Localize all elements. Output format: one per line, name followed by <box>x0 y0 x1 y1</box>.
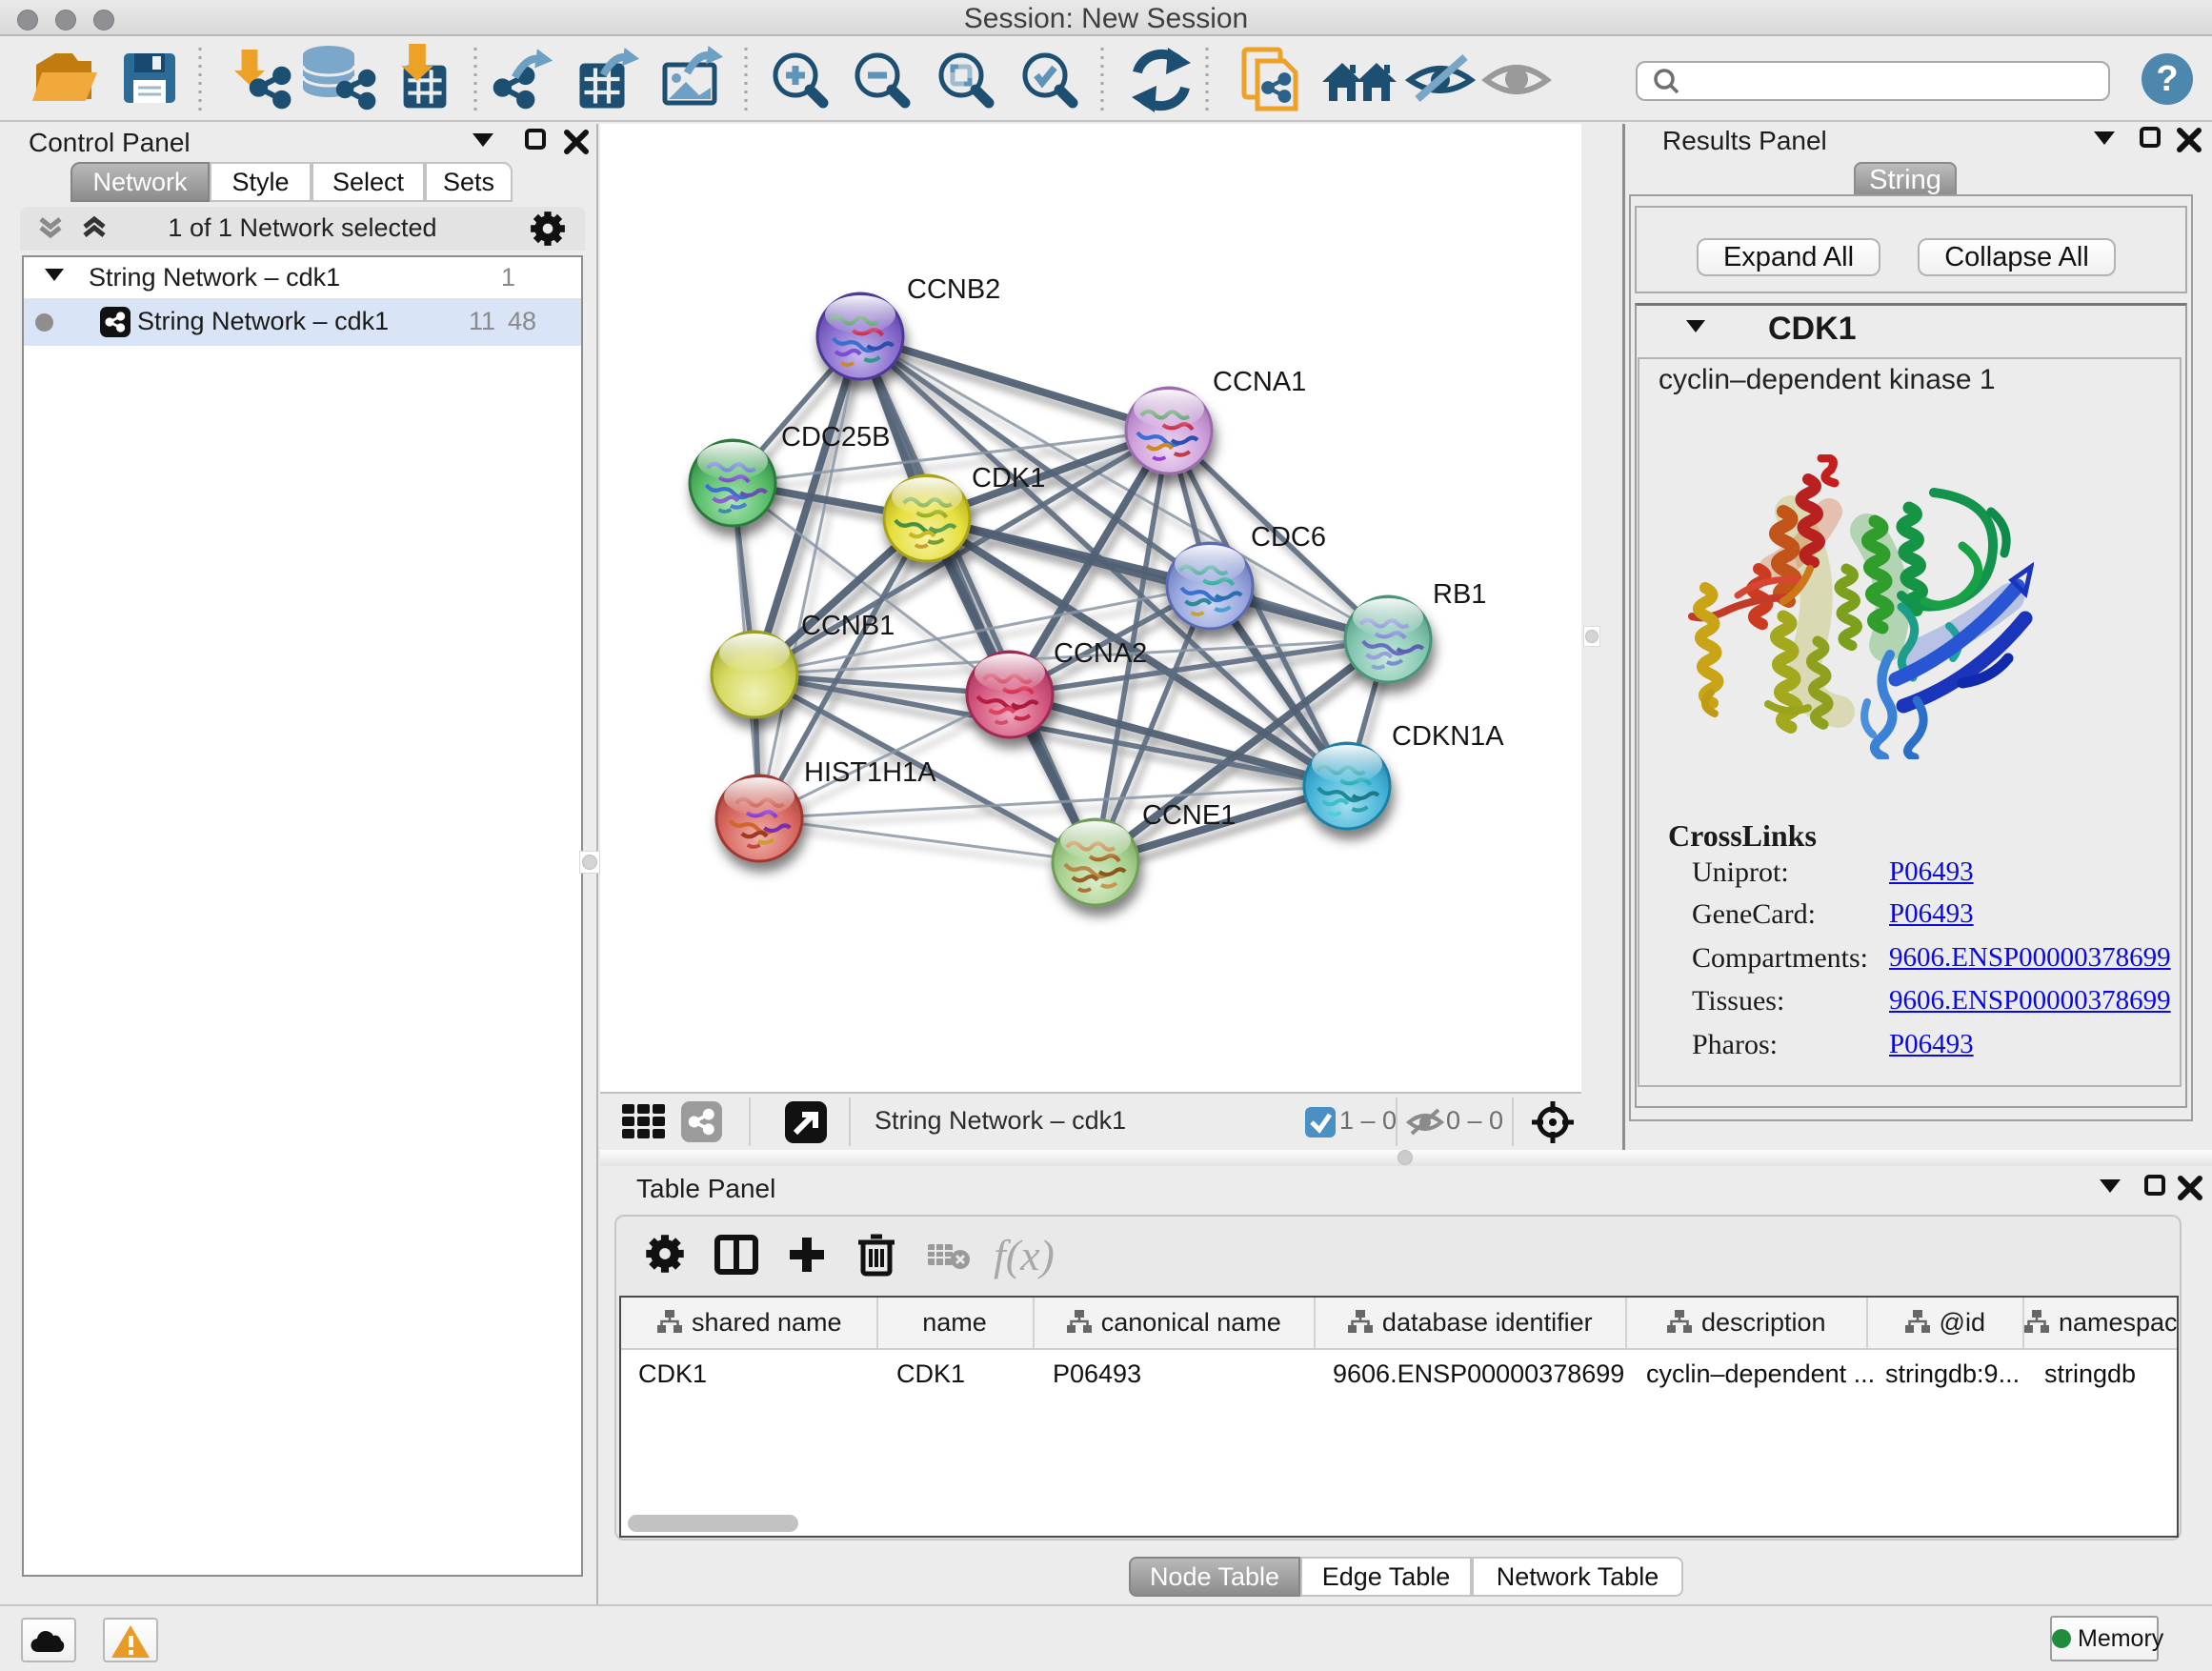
svg-text:CCNB2: CCNB2 <box>907 274 1000 305</box>
svg-text:HIST1H1A: HIST1H1A <box>804 757 936 788</box>
svg-text:CDC6: CDC6 <box>1251 522 1326 553</box>
svg-text:CDKN1A: CDKN1A <box>1392 721 1504 752</box>
svg-text:CDC25B: CDC25B <box>781 422 890 453</box>
svg-text:CCNE1: CCNE1 <box>1142 800 1236 831</box>
svg-text:CCNA1: CCNA1 <box>1213 367 1306 397</box>
svg-text:CDK1: CDK1 <box>972 463 1045 493</box>
svg-text:CCNA2: CCNA2 <box>1054 638 1147 669</box>
svg-text:RB1: RB1 <box>1433 579 1486 610</box>
svg-text:?: ? <box>2156 59 2178 99</box>
svg-text:CCNB1: CCNB1 <box>801 611 895 641</box>
